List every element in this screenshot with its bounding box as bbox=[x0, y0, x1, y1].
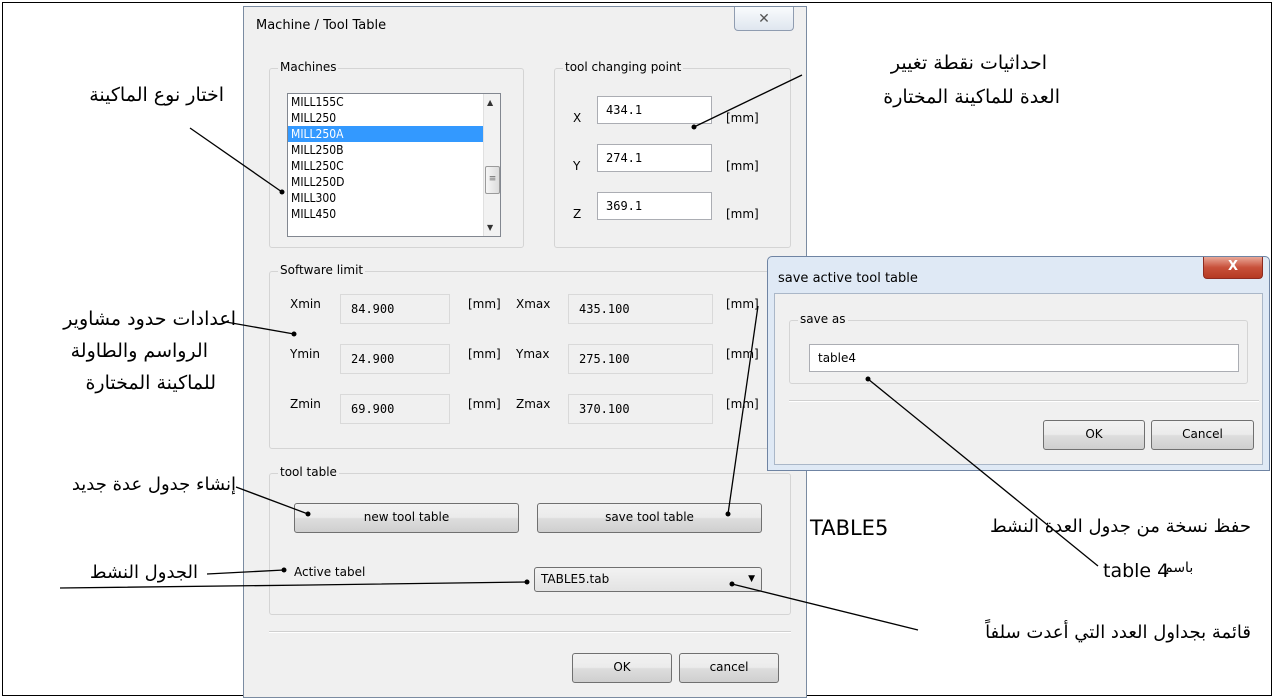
annotation-save-copy-table5: TABLE5 bbox=[810, 516, 889, 540]
leader-dot bbox=[524, 579, 530, 585]
leader-choose-machine bbox=[189, 127, 283, 193]
leader-active-table bbox=[206, 569, 285, 575]
leader-dot bbox=[725, 511, 731, 517]
annotation-new-table: إنشاء جدول عدة جديد bbox=[71, 474, 236, 495]
annotation-choose-machine: اختار نوع الماكينة bbox=[89, 84, 224, 106]
annotation-table-list: قائمة بجداول العدد التي أعدت سلفاً bbox=[985, 622, 1251, 643]
annotation-active-table: الجدول النشط bbox=[89, 562, 198, 583]
leader-dot bbox=[279, 189, 285, 195]
leader-save-as-input bbox=[867, 378, 1099, 567]
leader-dot bbox=[305, 511, 311, 517]
annotation-tool-change-coords-1: احداثيات نقطة تغيير bbox=[890, 52, 1047, 74]
annotation-save-copy-1: حفظ نسخة من جدول العدة النشط bbox=[989, 516, 1251, 537]
leader-save-tool-table bbox=[727, 305, 759, 515]
leader-tool-change-point bbox=[693, 74, 803, 128]
annotation-tool-change-coords-2: العدة للماكينة المختارة bbox=[883, 86, 1060, 108]
leader-dot bbox=[729, 581, 735, 587]
leader-table-list bbox=[731, 583, 919, 631]
leader-software-limit bbox=[225, 321, 295, 335]
leader-dot bbox=[281, 567, 287, 573]
leader-dot bbox=[291, 331, 297, 337]
annotation-limits-3: للماكينة المختارة bbox=[85, 372, 216, 394]
annotation-limits-1: اعدادات حدود مشاوير bbox=[63, 308, 236, 330]
leader-dot bbox=[865, 376, 871, 382]
leader-dot bbox=[691, 124, 697, 130]
annotation-save-copy-table4: table 4 bbox=[1103, 560, 1170, 582]
annotation-limits-2: الرواسم والطاولة bbox=[70, 340, 208, 362]
leader-new-table bbox=[235, 486, 309, 515]
